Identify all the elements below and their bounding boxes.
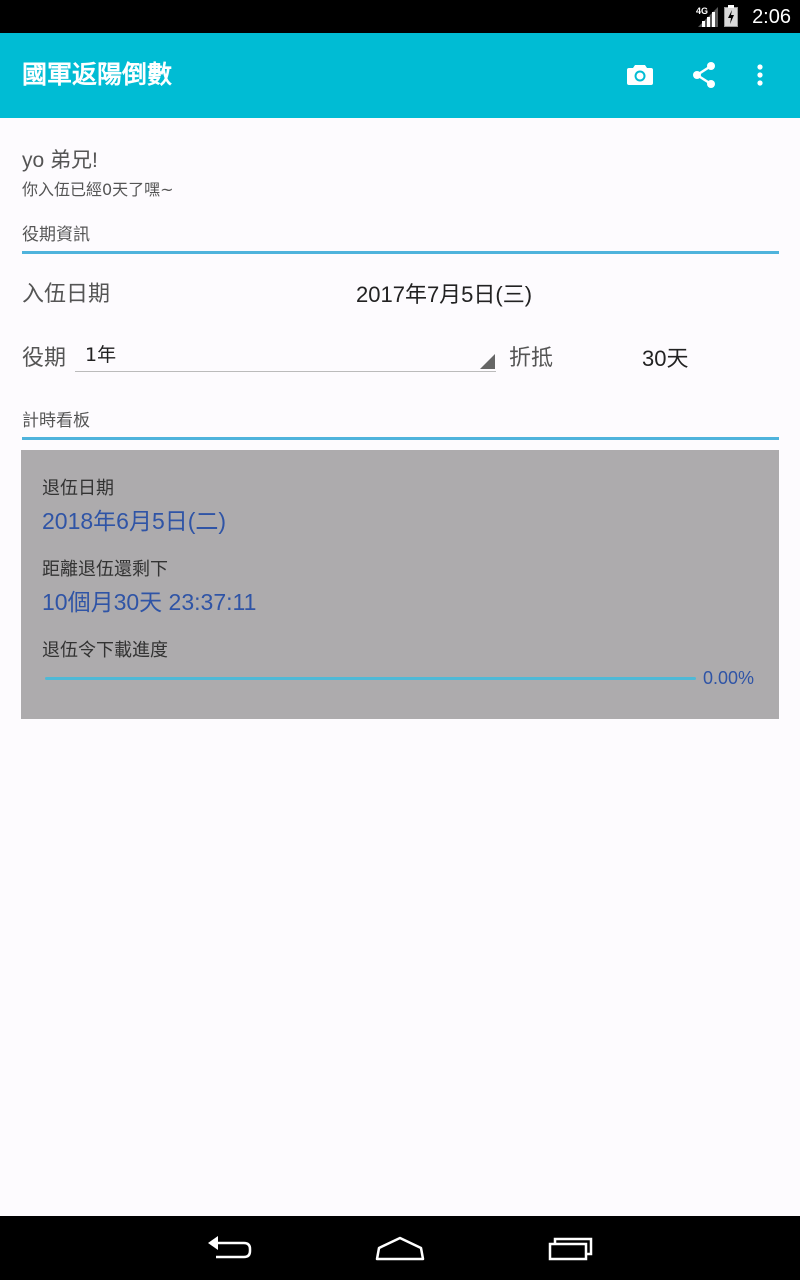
app-bar: 國軍返陽倒數	[0, 33, 800, 118]
spinner-arrow-icon	[480, 354, 495, 369]
back-button[interactable]	[190, 1224, 270, 1272]
status-icons: 4G	[696, 5, 738, 27]
battery-icon	[724, 5, 738, 27]
deduction-label: 折抵	[509, 346, 554, 371]
service-info-header: 役期資訊	[22, 216, 779, 254]
share-icon	[693, 62, 715, 88]
greeting-title: yo 弟兄!	[22, 149, 98, 172]
recents-icon	[548, 1237, 593, 1261]
timer-board-header: 計時看板	[22, 402, 779, 440]
overflow-menu-icon	[757, 64, 763, 86]
share-button[interactable]	[684, 55, 724, 95]
recents-button[interactable]	[530, 1224, 610, 1272]
discharge-progress-bar	[45, 677, 696, 680]
clock: 2:06	[752, 6, 791, 28]
enlist-date-label: 入伍日期	[22, 282, 111, 307]
progress-percent: 0.00%	[703, 668, 755, 688]
overflow-menu-button[interactable]	[740, 55, 780, 95]
greeting-subtitle: 你入伍已經0天了嘿~	[22, 180, 174, 199]
status-bar: 4G 2:06	[0, 0, 800, 33]
discharge-date-value: 2018年6月5日(二)	[42, 508, 227, 534]
back-icon	[208, 1236, 252, 1259]
home-button[interactable]	[360, 1224, 440, 1272]
camera-icon	[627, 65, 653, 85]
deduction-value[interactable]: 30天	[642, 341, 688, 373]
progress-label: 退伍令下載進度	[42, 640, 168, 661]
remaining-label: 距離退伍還剩下	[42, 559, 168, 580]
signal-icon: 4G	[696, 6, 718, 27]
timer-board: 退伍日期 2018年6月5日(二) 距離退伍還剩下 10個月30天 23:37:…	[21, 450, 779, 719]
home-icon	[375, 1236, 425, 1261]
discharge-date-label: 退伍日期	[42, 478, 114, 499]
remaining-value: 10個月30天 23:37:11	[42, 589, 257, 615]
camera-button[interactable]	[620, 55, 660, 95]
navigation-bar	[0, 1216, 800, 1280]
term-spinner[interactable]: 1年	[75, 336, 496, 372]
app-title: 國軍返陽倒數	[22, 60, 173, 89]
enlist-date-value[interactable]: 2017年7月5日(三)	[356, 277, 532, 309]
term-spinner-value: 1年	[85, 344, 117, 366]
term-label: 役期	[22, 346, 67, 371]
network-type: 4G	[696, 6, 708, 16]
